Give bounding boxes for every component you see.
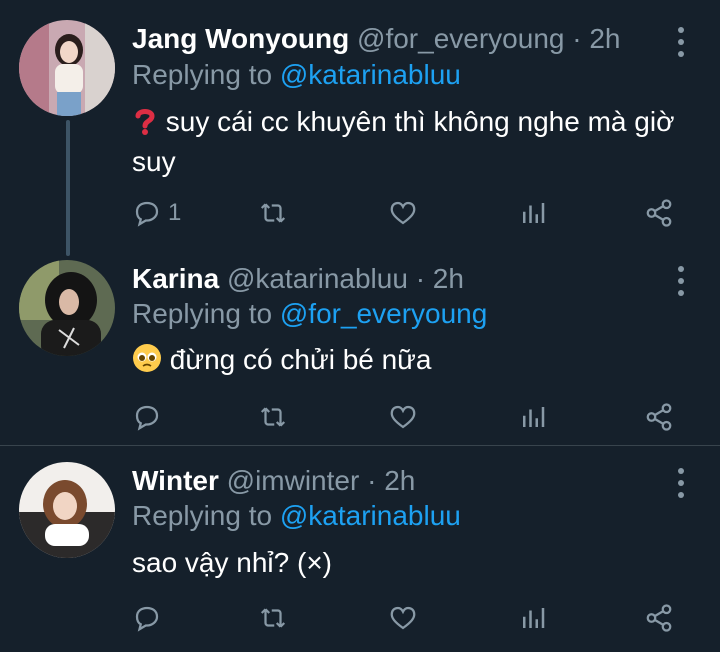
mention-link[interactable]: @katarinabluu	[280, 59, 461, 90]
share-button[interactable]	[644, 400, 674, 434]
tweet-text: sao vậy nhỉ? (×)	[132, 545, 692, 581]
display-name[interactable]: Karina	[132, 263, 219, 294]
mention-link[interactable]: @for_everyoung	[280, 298, 487, 329]
heart-icon	[390, 405, 416, 429]
retweet-button[interactable]	[258, 601, 288, 635]
heart-icon	[390, 201, 416, 225]
display-name[interactable]: Winter	[132, 465, 219, 496]
heart-icon	[390, 606, 416, 630]
tweet-body: đừng có chửi bé nữa	[169, 344, 432, 375]
retweet-icon	[260, 407, 286, 427]
share-icon	[646, 403, 672, 431]
tweet-text: đừng có chửi bé nữa	[132, 342, 692, 382]
timestamp[interactable]: · 2h	[572, 23, 620, 54]
like-button[interactable]	[388, 196, 418, 230]
retweet-button[interactable]	[258, 400, 288, 434]
share-button[interactable]	[644, 196, 674, 230]
tweet-header: Karina @katarinabluu · 2h	[132, 262, 464, 296]
action-bar	[132, 601, 692, 635]
tweet-body: suy cái cc khuyên thì không nghe mà giờ …	[132, 106, 675, 177]
replying-prefix: Replying to	[132, 59, 273, 90]
avatar[interactable]	[19, 462, 115, 558]
action-bar: 1	[132, 196, 692, 230]
analytics-icon	[523, 608, 545, 628]
thread-line	[66, 120, 70, 256]
replying-prefix: Replying to	[132, 500, 273, 531]
like-button[interactable]	[388, 601, 418, 635]
red-question-mark-icon	[132, 107, 158, 144]
more-options-icon[interactable]	[672, 266, 690, 296]
reply-button[interactable]	[132, 601, 168, 635]
reply-button[interactable]: 1	[132, 196, 181, 230]
mention-link[interactable]: @katarinabluu	[280, 500, 461, 531]
reply-count: 1	[168, 199, 182, 226]
reply-button[interactable]	[132, 400, 168, 434]
analytics-button[interactable]	[518, 196, 548, 230]
action-bar	[132, 400, 692, 434]
retweet-icon	[260, 203, 286, 223]
replying-to: Replying to @for_everyoung	[132, 297, 487, 331]
display-name[interactable]: Jang Wonyoung	[132, 23, 349, 54]
analytics-button[interactable]	[518, 601, 548, 635]
handle[interactable]: @for_everyoung	[357, 23, 564, 54]
timestamp[interactable]: · 2h	[367, 465, 415, 496]
divider	[0, 445, 720, 446]
retweet-button[interactable]	[258, 196, 288, 230]
tweet-header: Winter @imwinter · 2h	[132, 464, 415, 498]
share-button[interactable]	[644, 601, 674, 635]
reply-icon	[135, 201, 159, 227]
more-options-icon[interactable]	[672, 468, 690, 498]
retweet-icon	[260, 608, 286, 628]
replying-to: Replying to @katarinabluu	[132, 499, 461, 533]
analytics-button[interactable]	[518, 400, 548, 434]
replying-prefix: Replying to	[132, 298, 273, 329]
replying-to: Replying to @katarinabluu	[132, 58, 461, 92]
tweet-body: sao vậy nhỉ? (×)	[132, 547, 332, 578]
timestamp[interactable]: · 2h	[416, 263, 464, 294]
like-button[interactable]	[388, 400, 418, 434]
more-options-icon[interactable]	[672, 27, 690, 57]
tweet-header: Jang Wonyoung @for_everyoung · 2h	[132, 22, 621, 56]
share-icon	[646, 199, 672, 227]
tweet-text: suy cái cc khuyên thì không nghe mà giờ …	[132, 104, 692, 180]
analytics-icon	[523, 203, 545, 223]
handle[interactable]: @katarinabluu	[227, 263, 408, 294]
handle[interactable]: @imwinter	[227, 465, 360, 496]
avatar[interactable]	[19, 260, 115, 356]
reply-icon	[135, 405, 159, 431]
reply-icon	[135, 606, 159, 632]
analytics-icon	[523, 407, 545, 427]
avatar[interactable]	[19, 20, 115, 116]
pleading-face-icon	[132, 343, 162, 382]
share-icon	[646, 604, 672, 632]
